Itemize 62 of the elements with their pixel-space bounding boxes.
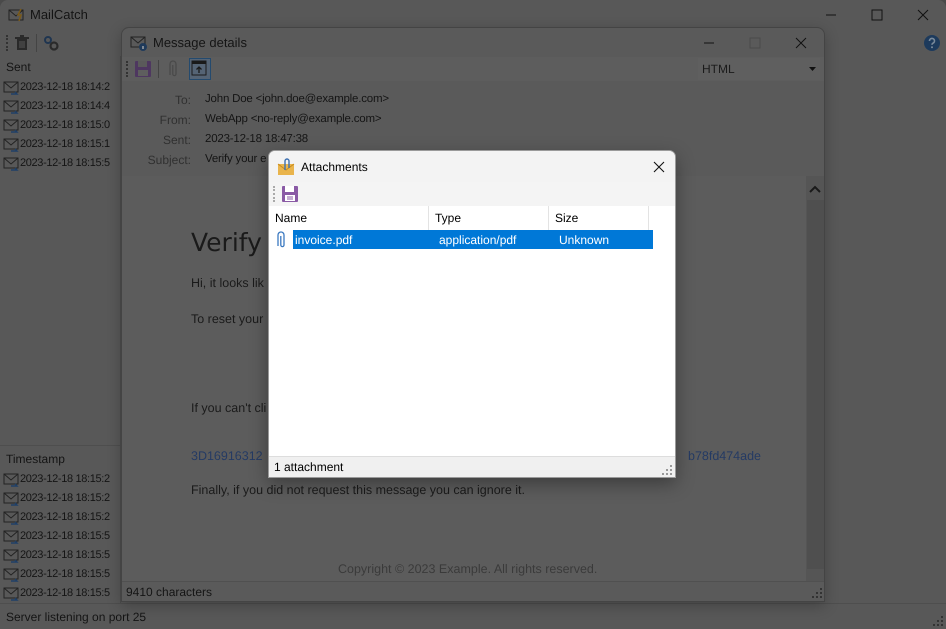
table-cell[interactable]: application/pdf (433, 230, 553, 249)
resize-grip-icon (662, 465, 672, 475)
envelope-icon (3, 137, 19, 152)
envelope-icon (3, 99, 19, 114)
window-icon (191, 60, 209, 78)
envelope-icon (3, 548, 19, 563)
timestamp-cell[interactable]: 2023-12-18 18:15:5 (20, 585, 110, 602)
email-paragraph: Hi, it looks lik (191, 275, 264, 292)
timestamp-cell[interactable]: 2023-12-18 18:15:5 (20, 566, 110, 583)
envelope-icon (3, 118, 19, 133)
scrollbar[interactable] (806, 176, 824, 581)
scroll-up-icon[interactable] (808, 184, 822, 194)
status-text: Server listening on port 25 (0, 603, 946, 629)
email-link[interactable]: 3D16916312 (191, 447, 263, 466)
timestamp-cell[interactable]: 2023-12-18 18:15:2 (20, 490, 110, 507)
field-value: WebApp <no-reply@example.com> (205, 112, 382, 128)
field-value: Verify your e (205, 152, 266, 168)
email-heading: Verify (191, 228, 262, 258)
email-link[interactable]: b78fd474ade (688, 447, 761, 466)
envelope-icon (3, 472, 19, 487)
timestamp-cell[interactable]: 2023-12-18 18:15:5 (20, 155, 110, 172)
window-button[interactable] (189, 58, 211, 80)
close-button[interactable] (653, 160, 665, 172)
status-text: 9410 characters (122, 581, 824, 601)
email-paragraph: If you can't cli (191, 400, 266, 417)
envelope-icon (3, 491, 19, 506)
window-title: Message details (153, 34, 247, 52)
column-header[interactable]: Sent (0, 56, 120, 78)
status-text: 1 attachment (274, 459, 344, 476)
timestamp-cell[interactable]: 2023-12-18 18:15:0 (20, 117, 110, 134)
envelope-icon (3, 510, 19, 525)
caret-icon (809, 67, 816, 71)
timestamp-cell[interactable]: 2023-12-18 18:15:5 (20, 528, 110, 545)
resize-grip-icon (812, 588, 822, 598)
timestamp-cell[interactable]: 2023-12-18 18:14:4 (20, 98, 110, 115)
envelope-icon (3, 567, 19, 582)
timestamp-cell[interactable]: 2023-12-18 18:15:5 (20, 547, 110, 564)
settings-icon[interactable] (43, 35, 59, 51)
envelope-icon (3, 156, 19, 171)
table-cell[interactable]: Unknown (553, 230, 653, 249)
save-button[interactable] (281, 185, 299, 203)
envelope-icon (3, 586, 19, 601)
column-header[interactable]: Timestamp (0, 448, 120, 470)
timestamp-cell[interactable]: 2023-12-18 18:14:2 (20, 79, 110, 96)
table-cell[interactable]: invoice.pdf (293, 230, 433, 249)
help-icon[interactable] (924, 35, 940, 51)
dialog-title: Attachments (301, 158, 368, 176)
field-value: 2023-12-18 18:47:38 (205, 132, 308, 148)
app-logo-icon (8, 7, 24, 23)
paperclip-envelope-icon (277, 158, 295, 176)
timestamp-cell[interactable]: 2023-12-18 18:15:2 (20, 509, 110, 526)
field-value: John Doe <john.doe@example.com> (205, 92, 389, 108)
window-title: MailCatch (30, 6, 88, 24)
trash-icon[interactable] (14, 35, 30, 51)
timestamp-cell[interactable]: 2023-12-18 18:15:1 (20, 136, 110, 153)
envelope-icon (3, 529, 19, 544)
envelope-info-icon (130, 34, 147, 50)
email-paragraph: To reset your (191, 310, 264, 328)
timestamp-cell[interactable]: 2023-12-18 18:15:2 (20, 471, 110, 488)
envelope-icon (3, 80, 19, 95)
email-paragraph: Finally, if you did not request this message you can ignore it. (191, 482, 525, 499)
resize-grip-icon (933, 616, 943, 626)
